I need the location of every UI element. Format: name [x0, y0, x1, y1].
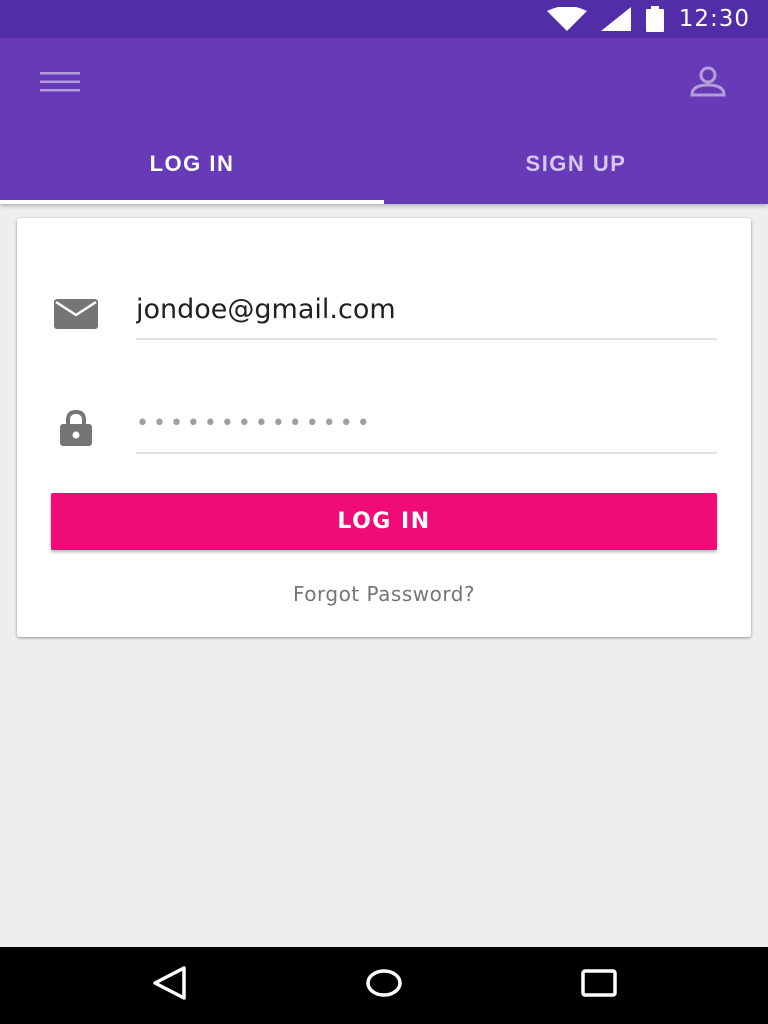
- tab-log-in[interactable]: LOG IN: [0, 124, 384, 204]
- tab-bar: LOG IN SIGN UP: [0, 124, 768, 204]
- hamburger-menu-icon: [40, 70, 80, 99]
- wifi-icon: [546, 7, 587, 31]
- navigation-bar: [0, 947, 768, 1024]
- person-icon: [689, 66, 727, 103]
- email-field[interactable]: [136, 280, 717, 340]
- tab-sign-up[interactable]: SIGN UP: [384, 124, 768, 204]
- back-button[interactable]: [140, 965, 200, 1005]
- email-row: [17, 280, 751, 350]
- back-icon: [150, 965, 190, 1006]
- battery-icon: [645, 6, 665, 32]
- status-bar: 12:30: [0, 0, 768, 38]
- mail-icon: [53, 292, 99, 336]
- home-icon: [364, 965, 404, 1006]
- login-card: LOG IN Forgot Password?: [17, 218, 751, 637]
- forgot-password-link[interactable]: Forgot Password?: [17, 582, 751, 606]
- profile-button[interactable]: [678, 58, 738, 110]
- home-button[interactable]: [354, 965, 414, 1005]
- login-button[interactable]: LOG IN: [51, 493, 717, 550]
- password-row: [17, 394, 751, 464]
- signal-icon: [600, 7, 631, 31]
- tab-label: SIGN UP: [525, 151, 627, 176]
- status-time: 12:30: [678, 6, 750, 32]
- login-screen: 12:30 LOG IN SIGN UP jondoe@gmail.com ••…: [0, 0, 768, 1024]
- tab-indicator: [0, 200, 384, 204]
- recents-icon: [579, 965, 619, 1006]
- app-bar: LOG IN SIGN UP: [0, 38, 768, 204]
- lock-icon: [53, 406, 99, 450]
- menu-button[interactable]: [30, 60, 90, 108]
- recents-button[interactable]: [569, 965, 629, 1005]
- password-field[interactable]: [136, 394, 717, 454]
- tab-label: LOG IN: [149, 151, 235, 176]
